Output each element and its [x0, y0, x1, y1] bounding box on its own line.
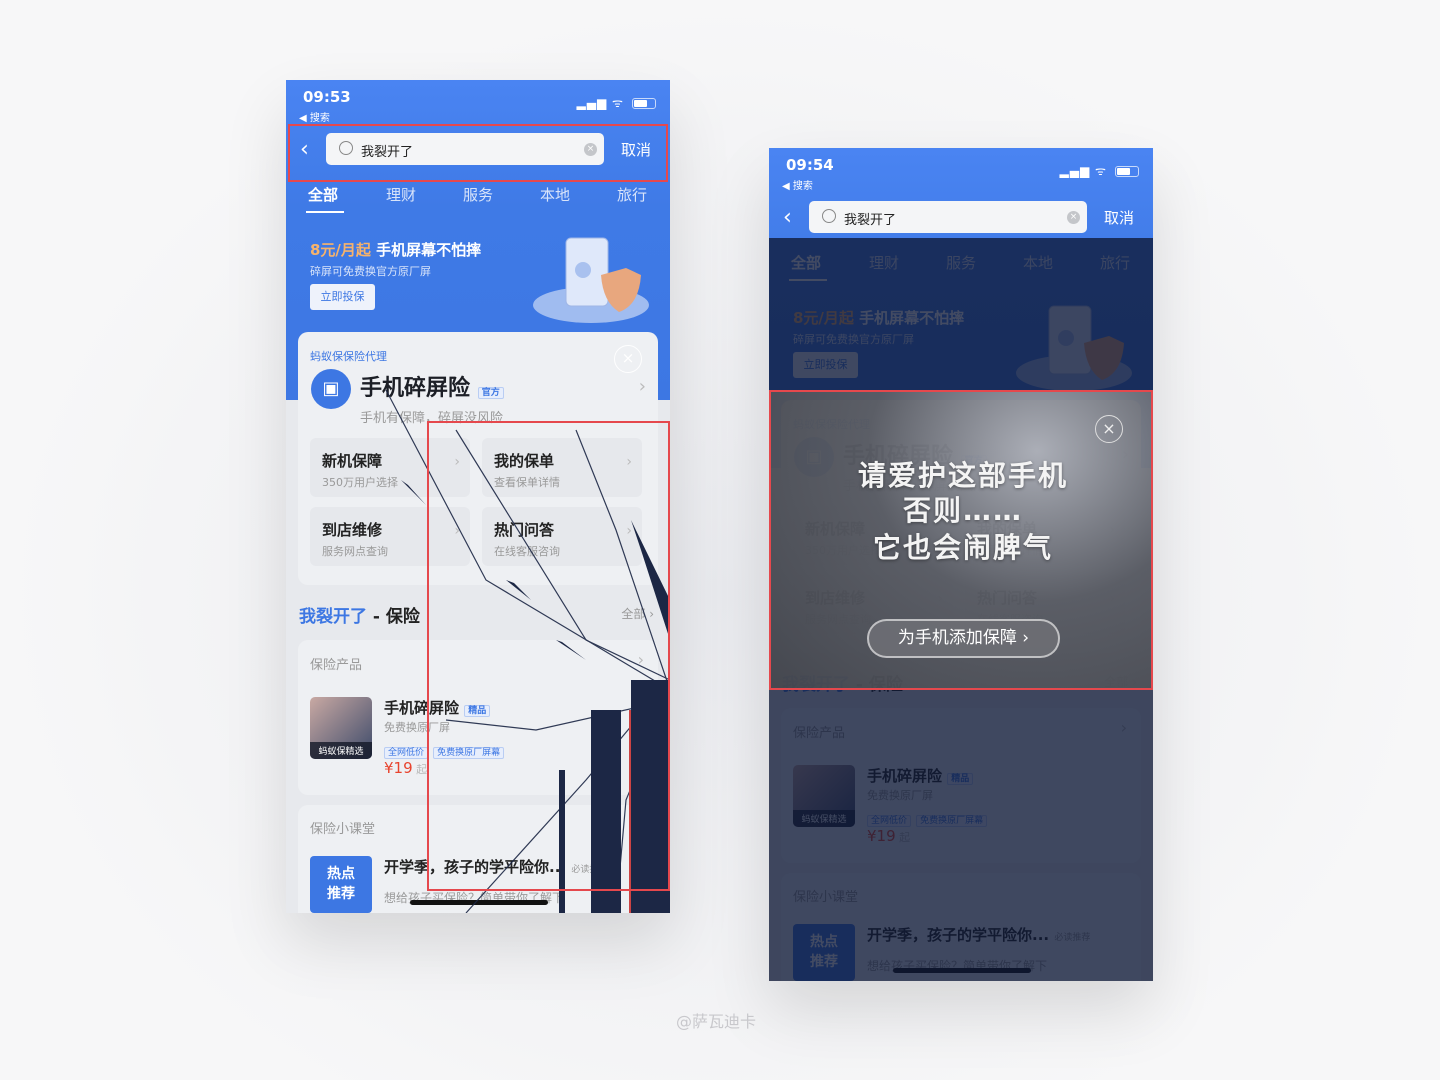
agent-label: 蚂蚁保保险代理	[310, 350, 387, 363]
popup-line-2: 否则……	[902, 494, 1023, 527]
home-indicator	[410, 900, 548, 905]
annotation-box-search	[288, 124, 668, 182]
phone-shield-illustration	[533, 237, 649, 323]
phone-screen-after: 09:54 ◀ 搜索 ▂▄▆ ᯤ ‹ 我裂开了 × 取消 全部 理财 服务 本地…	[769, 148, 1153, 981]
search-input[interactable]: 我裂开了 ×	[809, 201, 1087, 233]
signal-wifi-icon: ▂▄▆ ᯤ	[1059, 164, 1107, 178]
section-title: 我裂开了 - 保险	[299, 607, 420, 627]
lesson-header: 保险小课堂	[310, 822, 376, 837]
product-price: ¥19 起	[384, 759, 428, 777]
clear-icon[interactable]: ×	[1067, 211, 1080, 224]
tab-travel[interactable]: 旅行	[617, 184, 647, 205]
back-chevron-icon[interactable]: ‹	[783, 205, 792, 230]
product-thumbnail[interactable]: 蚂蚁保精选	[310, 697, 372, 759]
chevron-right-icon[interactable]: ›	[639, 376, 646, 397]
popup-line-3: 它也会闹脾气	[872, 531, 1053, 564]
battery-icon	[632, 98, 656, 109]
tab-local[interactable]: 本地	[540, 184, 570, 205]
protect-phone-popup: × 请爱护这部手机 否则…… 它也会闹脾气 为手机添加保障 ›	[769, 390, 1153, 690]
phone-screen-before: 09:53 ◀ 搜索 ▂▄▆ ᯤ ‹ 我裂开了 × 取消 全部 理财 服务 本地…	[286, 80, 670, 913]
buy-now-button[interactable]: 立即投保	[310, 284, 375, 310]
shield-icon: ▣	[311, 369, 351, 409]
tab-all[interactable]: 全部	[308, 184, 338, 205]
hot-recommend-badge: 热点推荐	[310, 856, 372, 913]
back-to-search-app[interactable]: ◀ 搜索	[299, 109, 330, 124]
search-query: 我裂开了	[844, 213, 897, 228]
add-protection-button[interactable]: 为手机添加保障 ›	[867, 619, 1060, 658]
official-badge: 官方	[477, 387, 504, 399]
back-to-search-app[interactable]: ◀ 搜索	[782, 177, 813, 192]
product-title[interactable]: 手机碎屏险 官方	[360, 370, 504, 402]
tab-underline	[306, 211, 344, 213]
banner-subtitle: 碎屏可免费换官方原厂屏	[310, 265, 431, 278]
annotation-box-crack	[427, 421, 670, 891]
tab-service[interactable]: 服务	[463, 184, 493, 205]
tab-finance[interactable]: 理财	[386, 184, 416, 205]
status-time: 09:53	[303, 88, 351, 106]
signal-wifi-icon: ▂▄▆ ᯤ	[576, 96, 624, 110]
close-icon[interactable]: ×	[1095, 415, 1123, 443]
battery-icon	[1115, 166, 1139, 177]
cancel-button[interactable]: 取消	[1104, 207, 1134, 228]
products-header: 保险产品	[310, 658, 363, 673]
banner-title: 8元/月起 手机屏幕不怕摔	[310, 241, 482, 259]
status-time: 09:54	[786, 156, 834, 174]
search-icon	[822, 209, 836, 223]
popup-line-1: 请爱护这部手机	[857, 459, 1068, 492]
close-icon[interactable]: ×	[614, 345, 642, 373]
watermark: @萨瓦迪卡	[676, 1012, 757, 1031]
